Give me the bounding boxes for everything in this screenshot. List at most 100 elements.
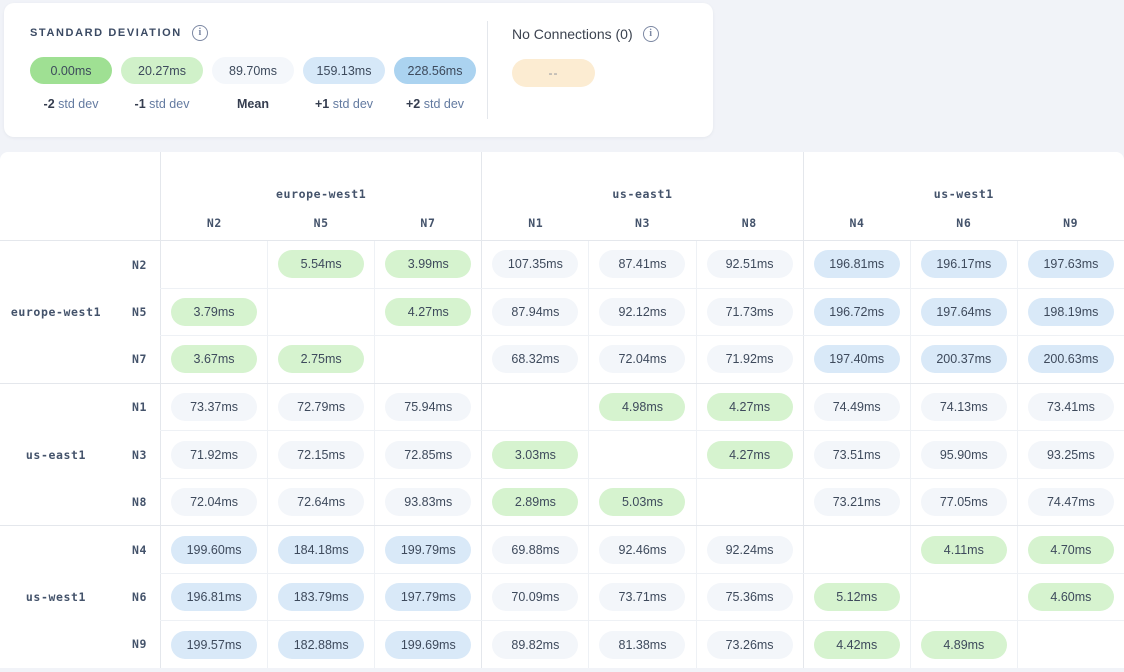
latency-pill[interactable]: 71.92ms — [171, 441, 257, 469]
latency-pill[interactable]: 199.60ms — [171, 536, 257, 564]
latency-pill[interactable]: 5.54ms — [278, 250, 364, 278]
latency-cell: 2.89ms — [481, 479, 588, 526]
latency-cell: 183.79ms — [267, 574, 374, 621]
latency-cell: 93.83ms — [374, 479, 481, 526]
latency-pill[interactable]: 184.18ms — [278, 536, 364, 564]
latency-pill[interactable]: 73.51ms — [814, 441, 900, 469]
latency-pill[interactable]: 73.41ms — [1028, 393, 1114, 421]
matrix-corner-cell — [0, 152, 160, 240]
latency-pill[interactable]: 3.67ms — [171, 345, 257, 373]
row-region-label: europe-west1 — [0, 241, 112, 383]
latency-pill[interactable]: 71.73ms — [707, 298, 793, 326]
latency-pill[interactable]: 72.79ms — [278, 393, 364, 421]
latency-cell: 75.94ms — [374, 384, 481, 431]
latency-pill[interactable]: 93.25ms — [1028, 441, 1114, 469]
latency-pill[interactable]: 73.21ms — [814, 488, 900, 516]
row-node-labels: N1N3N8 — [112, 384, 160, 526]
latency-pill[interactable]: 75.94ms — [385, 393, 471, 421]
latency-pill[interactable]: 2.89ms — [492, 488, 578, 516]
latency-pill[interactable]: 87.94ms — [492, 298, 578, 326]
latency-pill[interactable]: 200.63ms — [1028, 345, 1114, 373]
latency-pill[interactable]: 75.36ms — [707, 583, 793, 611]
latency-pill[interactable]: 89.82ms — [492, 631, 578, 659]
latency-pill[interactable]: 197.79ms — [385, 583, 471, 611]
latency-pill[interactable]: 72.15ms — [278, 441, 364, 469]
latency-pill[interactable]: 95.90ms — [921, 441, 1007, 469]
info-icon[interactable]: i — [643, 26, 659, 42]
latency-pill[interactable]: 197.40ms — [814, 345, 900, 373]
latency-pill[interactable]: 200.37ms — [921, 345, 1007, 373]
latency-pill[interactable]: 4.27ms — [707, 393, 793, 421]
latency-pill[interactable]: 4.60ms — [1028, 583, 1114, 611]
latency-pill[interactable]: 74.13ms — [921, 393, 1007, 421]
latency-pill[interactable]: 107.35ms — [492, 250, 578, 278]
latency-pill[interactable]: 72.04ms — [599, 345, 685, 373]
latency-cell: 92.46ms — [588, 526, 695, 573]
latency-pill[interactable]: 182.88ms — [278, 631, 364, 659]
latency-cell — [1017, 621, 1124, 668]
latency-pill[interactable]: 3.99ms — [385, 250, 471, 278]
latency-pill[interactable]: 4.11ms — [921, 536, 1007, 564]
latency-pill[interactable]: 77.05ms — [921, 488, 1007, 516]
latency-pill[interactable]: 92.24ms — [707, 536, 793, 564]
legend-label: Mean — [212, 97, 294, 111]
latency-pill[interactable]: 74.49ms — [814, 393, 900, 421]
latency-pill[interactable]: 73.37ms — [171, 393, 257, 421]
latency-pill[interactable]: 4.27ms — [707, 441, 793, 469]
latency-pill[interactable]: 87.41ms — [599, 250, 685, 278]
latency-pill[interactable]: 5.12ms — [814, 583, 900, 611]
latency-pill[interactable]: 196.81ms — [814, 250, 900, 278]
latency-pill[interactable]: 93.83ms — [385, 488, 471, 516]
column-node-label: N1 — [482, 216, 589, 230]
latency-pill[interactable]: 4.27ms — [385, 298, 471, 326]
row-group-labels: europe-west1N2N5N7 — [0, 241, 160, 383]
latency-pill[interactable]: 72.64ms — [278, 488, 364, 516]
latency-pill[interactable]: 3.79ms — [171, 298, 257, 326]
info-icon[interactable]: i — [192, 25, 208, 41]
latency-pill[interactable]: 199.69ms — [385, 631, 471, 659]
latency-pill[interactable]: 73.26ms — [707, 631, 793, 659]
latency-pill[interactable]: 92.51ms — [707, 250, 793, 278]
latency-pill[interactable]: 4.70ms — [1028, 536, 1114, 564]
matrix-header: europe-west1N2N5N7us-east1N1N3N8us-west1… — [0, 152, 1124, 240]
latency-pill[interactable]: 196.81ms — [171, 583, 257, 611]
latency-cell: 197.63ms — [1017, 241, 1124, 288]
latency-pill[interactable]: 196.17ms — [921, 250, 1007, 278]
table-row: 199.57ms 182.88ms 199.69ms 89.82ms 81.38ms 73… — [160, 620, 1124, 668]
latency-pill[interactable]: 69.88ms — [492, 536, 578, 564]
latency-pill[interactable]: 4.89ms — [921, 631, 1007, 659]
latency-pill[interactable]: 70.09ms — [492, 583, 578, 611]
latency-pill[interactable]: 81.38ms — [599, 631, 685, 659]
latency-cell: 4.27ms — [696, 384, 803, 431]
latency-pill[interactable]: 72.04ms — [171, 488, 257, 516]
latency-cell: 87.41ms — [588, 241, 695, 288]
latency-pill[interactable]: 3.03ms — [492, 441, 578, 469]
latency-pill[interactable]: 5.03ms — [599, 488, 685, 516]
latency-pill[interactable]: 4.98ms — [599, 393, 685, 421]
latency-pill[interactable]: 2.75ms — [278, 345, 364, 373]
latency-pill[interactable]: 73.71ms — [599, 583, 685, 611]
latency-pill[interactable]: 72.85ms — [385, 441, 471, 469]
row-node-labels: N2N5N7 — [112, 241, 160, 383]
latency-pill[interactable]: 74.47ms — [1028, 488, 1114, 516]
latency-pill[interactable]: 199.57ms — [171, 631, 257, 659]
latency-cell: 72.04ms — [160, 479, 267, 526]
latency-pill[interactable]: 4.42ms — [814, 631, 900, 659]
latency-pill[interactable]: 68.32ms — [492, 345, 578, 373]
latency-cell: 196.81ms — [160, 574, 267, 621]
latency-pill[interactable]: 196.72ms — [814, 298, 900, 326]
latency-pill[interactable]: 71.92ms — [707, 345, 793, 373]
column-group-us-west1: us-west1N4N6N9 — [803, 152, 1124, 240]
latency-pill[interactable]: 197.63ms — [1028, 250, 1114, 278]
latency-cell: 72.15ms — [267, 431, 374, 478]
latency-pill[interactable]: 92.12ms — [599, 298, 685, 326]
latency-pill[interactable]: 199.79ms — [385, 536, 471, 564]
latency-pill[interactable]: 198.19ms — [1028, 298, 1114, 326]
column-node-label: N7 — [375, 216, 482, 230]
latency-pill[interactable]: 92.46ms — [599, 536, 685, 564]
row-node-label: N8 — [112, 478, 160, 525]
latency-cell: 73.26ms — [696, 621, 803, 668]
latency-pill[interactable]: 197.64ms — [921, 298, 1007, 326]
latency-pill[interactable]: 183.79ms — [278, 583, 364, 611]
latency-cell: 74.13ms — [910, 384, 1017, 431]
